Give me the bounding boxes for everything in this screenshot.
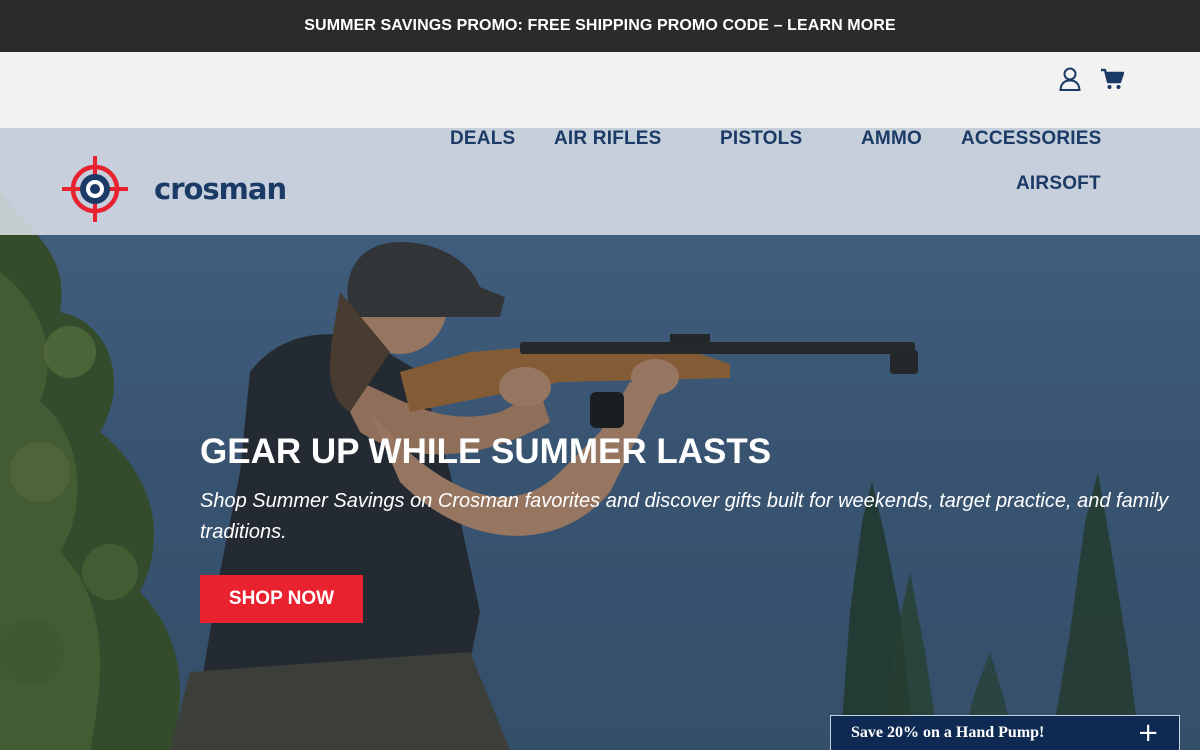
- hero-copy: GEAR UP WHILE SUMMER LASTS Shop Summer S…: [200, 432, 1180, 548]
- hero-subtitle: Shop Summer Savings on Crosman favorites…: [200, 490, 1169, 543]
- nav-ammo[interactable]: AMMO: [861, 128, 922, 150]
- account-icon[interactable]: [1058, 66, 1082, 92]
- cart-icon[interactable]: [1100, 66, 1124, 92]
- hand-pump-offer-tab[interactable]: Save 20% on a Hand Pump! +: [830, 715, 1180, 750]
- nav-accessories[interactable]: ACCESSORIES: [961, 128, 1102, 150]
- nav-deals[interactable]: DEALS: [450, 128, 515, 150]
- nav-airsoft[interactable]: AIRSOFT: [1016, 173, 1101, 195]
- nav-pistols[interactable]: PISTOLS: [720, 128, 802, 150]
- expand-plus-icon[interactable]: +: [1137, 720, 1159, 746]
- hero-title: GEAR UP WHILE SUMMER LASTS: [200, 432, 772, 471]
- header-utility-icons: [1058, 66, 1124, 92]
- nav-air-rifles[interactable]: AIR RIFLES: [554, 128, 662, 150]
- shop-now-button[interactable]: SHOP NOW: [200, 575, 363, 623]
- promo-bar: SUMMER SAVINGS PROMO: FREE SHIPPING PROM…: [0, 0, 1200, 52]
- promo-link[interactable]: SUMMER SAVINGS PROMO: FREE SHIPPING PROM…: [304, 17, 895, 35]
- utility-bar: [0, 52, 1200, 128]
- offer-text: Save 20% on a Hand Pump!: [851, 724, 1045, 741]
- main-nav: DEALS AIR RIFLES PISTOLS AMMO ACCESSORIE…: [0, 126, 1200, 236]
